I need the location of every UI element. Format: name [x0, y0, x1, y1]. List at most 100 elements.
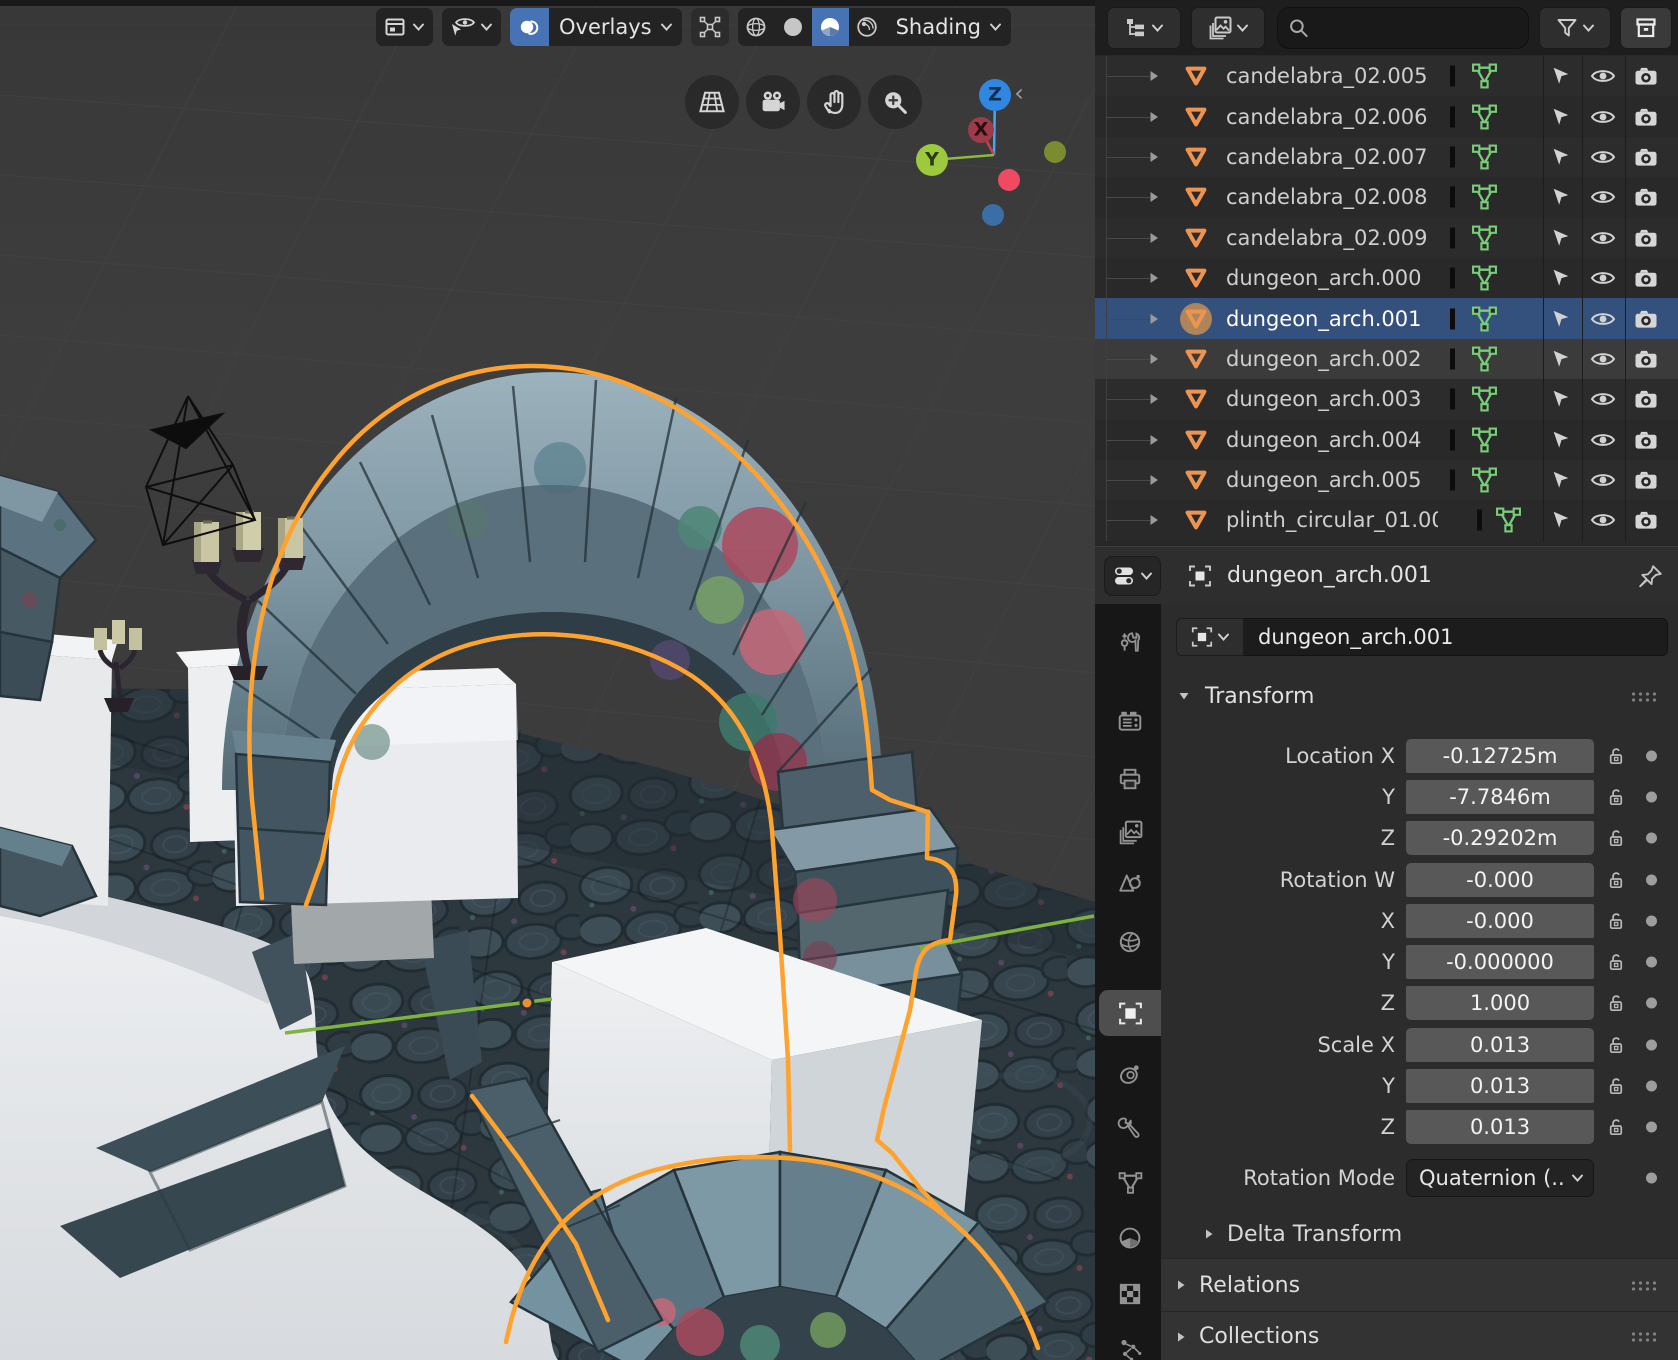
outliner-row[interactable]: candelabra_02.008 — [1095, 177, 1678, 217]
animate-dot[interactable] — [1646, 875, 1657, 886]
outliner-row[interactable]: dungeon_arch.004 — [1095, 420, 1678, 460]
selectable-toggle-icon[interactable] — [1550, 106, 1572, 128]
selectable-toggle-icon[interactable] — [1550, 429, 1572, 451]
pan-view-button[interactable] — [807, 75, 861, 129]
object-name[interactable]: candelabra_02.007 — [1226, 145, 1428, 169]
selectable-toggle-icon[interactable] — [1550, 348, 1572, 370]
expand-arrow-icon[interactable] — [1148, 392, 1160, 406]
search-input[interactable] — [1309, 16, 1518, 40]
tab-world[interactable] — [1099, 919, 1161, 965]
lock-icon[interactable] — [1604, 745, 1627, 768]
hide-viewport-toggle-icon[interactable] — [1590, 350, 1616, 368]
hide-render-toggle-icon[interactable] — [1634, 470, 1659, 491]
lock-icon[interactable] — [1604, 786, 1627, 809]
expand-arrow-icon[interactable] — [1148, 271, 1160, 285]
hide-render-toggle-icon[interactable] — [1634, 308, 1659, 329]
animate-dot[interactable] — [1646, 998, 1657, 1009]
panel-drag-dots[interactable] — [1630, 691, 1656, 702]
delta-transform-subpanel[interactable]: Delta Transform — [1161, 1214, 1678, 1254]
selectable-toggle-icon[interactable] — [1550, 186, 1572, 208]
expand-arrow-icon[interactable] — [1148, 110, 1160, 124]
animate-dot[interactable] — [1646, 957, 1657, 968]
lock-icon[interactable] — [1604, 1075, 1627, 1098]
tab-texture[interactable] — [1099, 1271, 1161, 1317]
shading-wireframe-button[interactable] — [738, 8, 775, 46]
object-type-visibility-button[interactable] — [376, 8, 433, 46]
outliner-row[interactable]: dungeon_arch.005 — [1095, 460, 1678, 500]
panel-drag-dots[interactable] — [1630, 1280, 1656, 1291]
lock-icon[interactable] — [1604, 869, 1627, 892]
object-name[interactable]: dungeon_arch.004 — [1226, 428, 1422, 452]
rotation-z-field[interactable]: 1.000 — [1406, 986, 1594, 1020]
selectable-toggle-icon[interactable] — [1550, 65, 1572, 87]
selectable-toggle-icon[interactable] — [1550, 388, 1572, 410]
navigation-gizmo[interactable]: Z X Y — [860, 70, 1090, 235]
outliner-search[interactable] — [1277, 7, 1529, 49]
object-name[interactable]: candelabra_02.008 — [1226, 185, 1428, 209]
rotation-x-field[interactable]: -0.000 — [1406, 904, 1594, 938]
rotation-w-field[interactable]: -0.000 — [1406, 863, 1594, 897]
object-name[interactable]: plinth_circular_01.001 — [1226, 508, 1438, 532]
hide-viewport-toggle-icon[interactable] — [1590, 148, 1616, 166]
hide-render-toggle-icon[interactable] — [1634, 389, 1659, 410]
outliner-row[interactable]: dungeon_arch.002 — [1095, 339, 1678, 379]
expand-arrow-icon[interactable] — [1148, 513, 1160, 527]
object-name[interactable]: dungeon_arch.005 — [1226, 468, 1422, 492]
hide-viewport-toggle-icon[interactable] — [1590, 471, 1616, 489]
outliner-row[interactable]: plinth_circular_01.001 — [1095, 500, 1678, 540]
outliner-row[interactable]: dungeon_arch.000 — [1095, 258, 1678, 298]
pin-icon[interactable] — [1638, 563, 1664, 589]
selectable-toggle-icon[interactable] — [1550, 227, 1572, 249]
lock-icon[interactable] — [1604, 910, 1627, 933]
hide-viewport-toggle-icon[interactable] — [1590, 67, 1616, 85]
lock-icon[interactable] — [1604, 827, 1627, 850]
hide-render-toggle-icon[interactable] — [1634, 66, 1659, 87]
shading-material-preview-button[interactable] — [812, 8, 849, 46]
outliner-row[interactable]: candelabra_02.007 — [1095, 137, 1678, 177]
hide-render-toggle-icon[interactable] — [1634, 187, 1659, 208]
object-name[interactable]: dungeon_arch.002 — [1226, 347, 1422, 371]
outliner-row[interactable]: candelabra_02.005 — [1095, 56, 1678, 96]
tab-modifiers[interactable] — [1099, 1105, 1161, 1151]
hide-viewport-toggle-icon[interactable] — [1590, 431, 1616, 449]
filter-id-type-dropdown[interactable] — [1191, 7, 1265, 49]
filter-dropdown[interactable] — [1539, 7, 1611, 49]
gizmos-button[interactable] — [691, 8, 729, 46]
animate-dot[interactable] — [1646, 751, 1657, 762]
overlays-dropdown[interactable]: Overlays — [549, 8, 682, 46]
hide-viewport-toggle-icon[interactable] — [1590, 269, 1616, 287]
hide-render-toggle-icon[interactable] — [1634, 146, 1659, 167]
selectable-toggle-icon[interactable] — [1550, 267, 1572, 289]
animate-dot[interactable] — [1646, 1040, 1657, 1051]
selectable-toggle-icon[interactable] — [1550, 469, 1572, 491]
shading-rendered-button[interactable] — [849, 8, 886, 46]
expand-arrow-icon[interactable] — [1148, 312, 1160, 326]
tab-physics[interactable] — [1099, 1051, 1161, 1097]
tab-output[interactable] — [1099, 756, 1161, 802]
hide-viewport-toggle-icon[interactable] — [1590, 229, 1616, 247]
selectable-toggle-icon[interactable] — [1550, 509, 1572, 531]
expand-arrow-icon[interactable] — [1148, 473, 1160, 487]
animate-dot[interactable] — [1646, 833, 1657, 844]
hide-render-toggle-icon[interactable] — [1634, 348, 1659, 369]
tab-particles[interactable] — [1099, 1326, 1161, 1360]
object-name[interactable]: dungeon_arch.003 — [1226, 387, 1422, 411]
expand-arrow-icon[interactable] — [1148, 190, 1160, 204]
gizmo-neg-z-ball[interactable] — [982, 204, 1004, 226]
properties-display-dropdown[interactable] — [1104, 556, 1161, 596]
restriction-toggles-button[interactable] — [1620, 7, 1672, 49]
hide-render-toggle-icon[interactable] — [1634, 227, 1659, 248]
scale-z-field[interactable]: 0.013 — [1406, 1110, 1594, 1144]
hide-render-toggle-icon[interactable] — [1634, 268, 1659, 289]
hide-render-toggle-icon[interactable] — [1634, 510, 1659, 531]
panel-drag-dots[interactable] — [1630, 1331, 1656, 1342]
hide-viewport-toggle-icon[interactable] — [1590, 108, 1616, 126]
object-name[interactable]: dungeon_arch.001 — [1226, 307, 1422, 331]
lock-icon[interactable] — [1604, 951, 1627, 974]
tab-object-data[interactable] — [1099, 1160, 1161, 1206]
animate-dot[interactable] — [1646, 1122, 1657, 1133]
hide-viewport-toggle-icon[interactable] — [1590, 188, 1616, 206]
selectable-toggle-icon[interactable] — [1550, 146, 1572, 168]
transform-panel-header[interactable]: Transform — [1161, 678, 1678, 714]
toggle-overlays-button[interactable] — [510, 8, 549, 46]
